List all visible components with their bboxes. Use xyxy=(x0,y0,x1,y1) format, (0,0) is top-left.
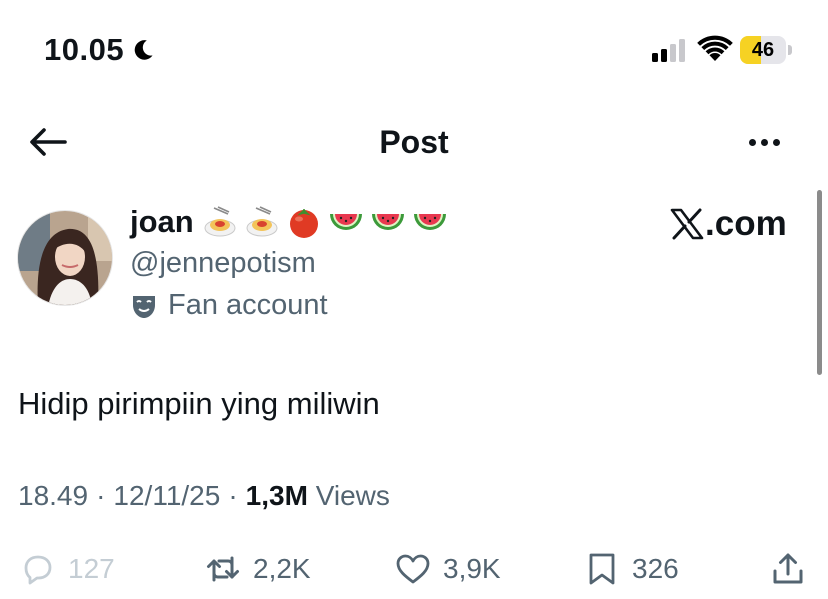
x-logo-icon xyxy=(670,208,704,240)
repost-icon xyxy=(207,556,239,582)
reply-icon xyxy=(24,555,52,585)
scrollbar-thumb[interactable] xyxy=(817,190,822,375)
battery-percentage: 46 xyxy=(751,39,775,61)
action-bar: 127 2,2K 3,9K 326 xyxy=(0,545,828,593)
post-meta: 18.49 · 12/11/25 · 1,3M Views xyxy=(18,480,390,512)
views-label: Views xyxy=(315,480,390,511)
post-date: 12/11/25 xyxy=(113,480,221,511)
signal-bar xyxy=(652,53,658,62)
signal-bar xyxy=(661,49,667,62)
spaghetti-emoji-icon xyxy=(246,206,278,237)
status-bar: 10.05 46 xyxy=(0,0,828,100)
battery-icon: 46 xyxy=(740,36,792,64)
like-count: 3,9K xyxy=(443,553,501,584)
like-button[interactable]: 3,9K xyxy=(395,545,501,593)
bookmark-count: 326 xyxy=(632,553,679,584)
more-dot-icon xyxy=(760,138,768,146)
avatar[interactable] xyxy=(17,210,113,306)
repost-button[interactable]: 2,2K xyxy=(205,545,311,593)
watermelon-emoji-icon xyxy=(329,214,362,230)
cellular-signal-icon xyxy=(652,38,685,62)
share-icon xyxy=(773,553,803,584)
name-emojis xyxy=(202,204,448,240)
moon-icon xyxy=(134,40,153,60)
spaghetti-emoji-icon xyxy=(204,206,236,237)
bookmark-button[interactable]: 326 xyxy=(584,545,679,593)
repost-count: 2,2K xyxy=(253,553,311,584)
author-handle[interactable]: @jennepotism xyxy=(130,247,316,280)
account-label[interactable]: Fan account xyxy=(130,289,328,322)
watermark-text: .com xyxy=(705,204,787,243)
more-options-button[interactable] xyxy=(742,128,786,156)
heart-icon xyxy=(396,554,430,584)
watermelon-emoji-icon xyxy=(413,214,446,230)
bookmark-icon xyxy=(589,553,615,585)
post-header: Post xyxy=(0,110,828,174)
signal-bar xyxy=(670,44,676,62)
post-time: 18.49 xyxy=(18,480,89,511)
status-time: 10.05 xyxy=(44,32,156,68)
share-button[interactable] xyxy=(770,545,806,593)
status-time-text: 10.05 xyxy=(44,32,125,67)
theater-mask-icon xyxy=(133,295,155,318)
wifi-icon xyxy=(697,35,733,61)
views-count: 1,3M xyxy=(245,480,308,511)
author-name[interactable]: joan xyxy=(130,204,448,240)
display-name-text: joan xyxy=(130,204,194,239)
post-text: Hidip pirimpiin ying miliwin xyxy=(18,386,380,421)
x-com-watermark: .com xyxy=(670,204,787,244)
page-title: Post xyxy=(379,124,449,160)
reply-button[interactable]: 127 xyxy=(20,545,115,593)
account-label-text: Fan account xyxy=(168,289,328,321)
reply-count: 127 xyxy=(68,553,115,584)
more-dot-icon xyxy=(748,138,756,146)
signal-bar xyxy=(679,39,685,62)
avatar-image xyxy=(18,211,112,305)
more-dot-icon xyxy=(772,138,780,146)
watermelon-emoji-icon xyxy=(371,214,404,230)
tomato-emoji-icon xyxy=(289,208,318,238)
views-link[interactable]: 1,3M Views xyxy=(246,480,390,512)
